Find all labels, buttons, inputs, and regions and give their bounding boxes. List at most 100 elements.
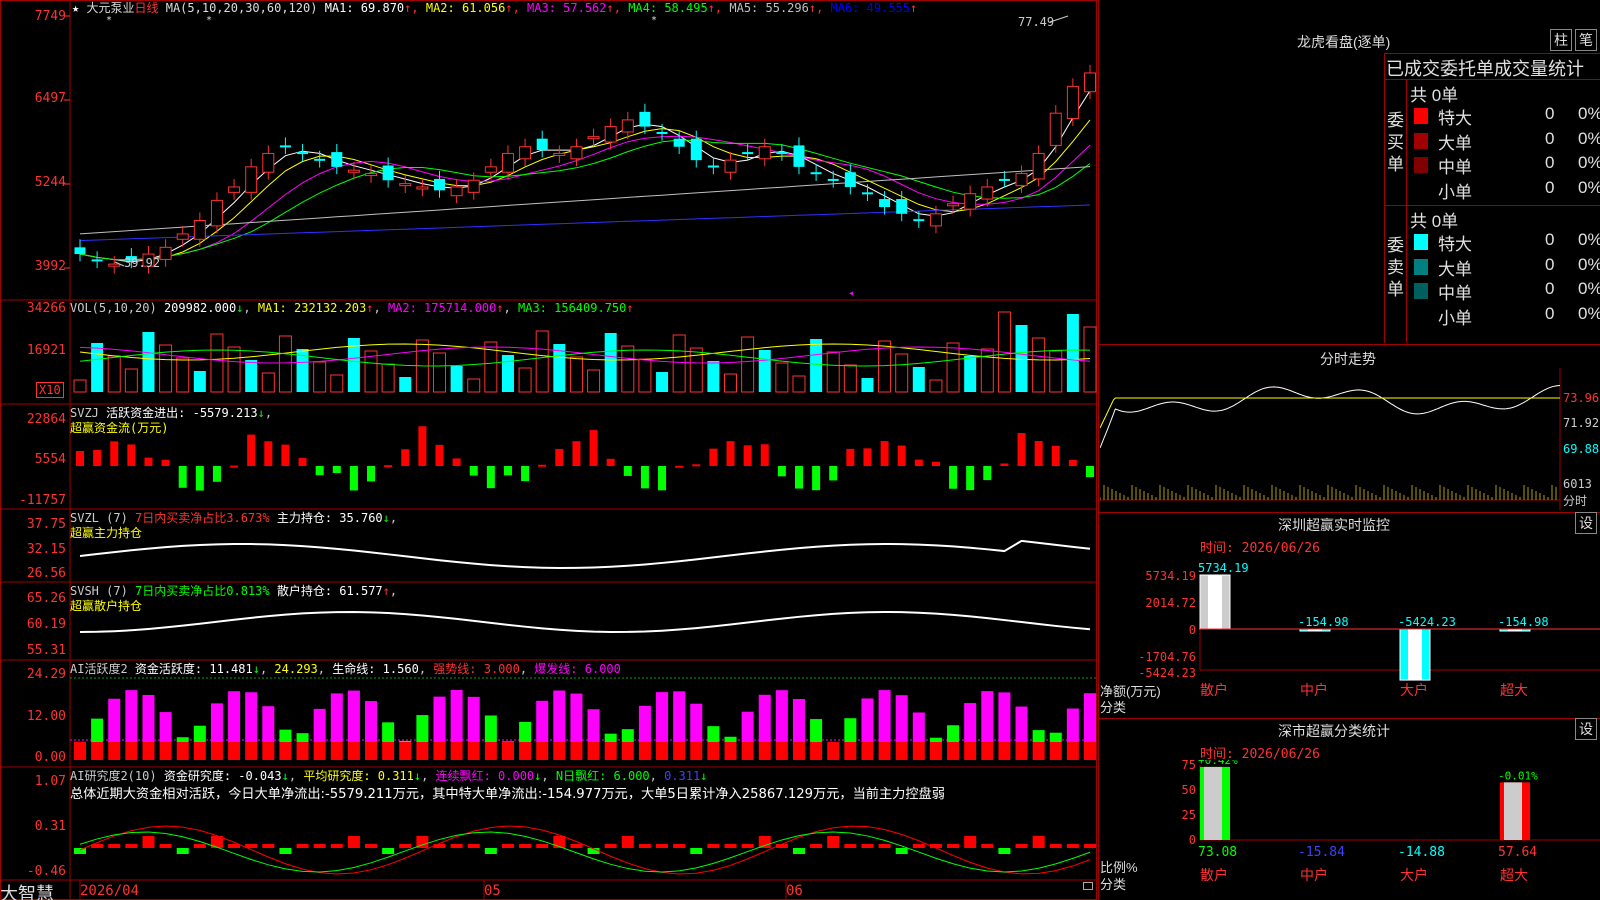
classify-ytick: 50 xyxy=(1182,783,1196,797)
candle-body xyxy=(998,178,1010,181)
vol-bar xyxy=(672,334,686,393)
candle-body xyxy=(793,145,805,167)
classify-settings-button[interactable]: 设 xyxy=(1575,718,1597,740)
down-arrow-icon: ↓ xyxy=(382,511,390,525)
flow-bar xyxy=(829,466,838,481)
activity-base xyxy=(399,742,412,760)
research-bar xyxy=(433,844,446,848)
candle-body xyxy=(1066,85,1079,120)
lock-icon[interactable] xyxy=(1083,882,1093,890)
down-arrow-icon: ↓ xyxy=(281,769,289,783)
activity-base xyxy=(125,742,138,760)
flow-bar xyxy=(435,444,444,466)
activity-base xyxy=(519,742,532,760)
candle-body xyxy=(228,186,241,193)
activity-base xyxy=(228,742,241,760)
lhb-row-pct: 0% xyxy=(1578,153,1600,172)
activity-bar xyxy=(741,711,754,742)
flow-bar xyxy=(418,426,427,466)
lhb-row-name: 大单 xyxy=(1438,133,1472,153)
flow-bar xyxy=(589,430,598,466)
research-bar xyxy=(467,844,480,848)
candle-body xyxy=(193,220,206,240)
activity-base xyxy=(690,742,703,760)
flow-bar xyxy=(384,465,393,468)
vol-bar xyxy=(210,333,224,393)
vol-bar xyxy=(518,367,532,393)
monitor-xlabel: 分类 xyxy=(1100,700,1127,715)
activity-base xyxy=(108,742,121,760)
lhb-row-count: 0 xyxy=(1545,254,1555,274)
lhb-row-count: 0 xyxy=(1545,104,1555,123)
sell-side-label: 委卖单 xyxy=(1387,236,1404,299)
candle-body xyxy=(690,138,702,161)
down-arrow-icon: ↓ xyxy=(236,301,244,315)
classify-ytick: 0 xyxy=(1189,833,1196,847)
lhb-title: 龙虎看盘(逐单) xyxy=(1297,34,1391,50)
activity-base xyxy=(467,742,480,760)
vol-bar xyxy=(535,330,549,393)
candle-body xyxy=(913,219,925,222)
activity-base xyxy=(330,742,343,760)
research-bar xyxy=(656,844,669,848)
candle-body xyxy=(1084,72,1096,93)
research-bar xyxy=(724,844,737,848)
flow-bar xyxy=(743,445,752,466)
price-line xyxy=(1100,385,1561,449)
svsh-ytick-1: 65.26 xyxy=(26,591,66,606)
research-bar xyxy=(981,844,994,848)
classify-xlabel: 分类 xyxy=(1100,877,1127,892)
candle-body xyxy=(176,233,189,240)
monitor-bar-hl xyxy=(1408,629,1422,681)
tick-view-button[interactable]: 笔 xyxy=(1575,29,1597,51)
flow-bar xyxy=(709,448,718,466)
research-bar xyxy=(998,848,1011,854)
activity-bar xyxy=(1066,708,1079,742)
classify-category: 超大 xyxy=(1500,868,1528,884)
vol-unit[interactable]: X10 xyxy=(36,382,64,398)
candle-body xyxy=(279,145,291,148)
legend-swatch xyxy=(1414,258,1428,275)
research-bar xyxy=(74,848,86,854)
vol-bar xyxy=(604,333,617,392)
classify-pct: +0.42% xyxy=(1198,760,1238,767)
ai1-ytick-2: 12.00 xyxy=(26,709,66,724)
column-view-button[interactable]: 柱 xyxy=(1550,29,1572,51)
intraday-chart[interactable] xyxy=(1100,368,1600,510)
vol-ma2: MA2: 175714.000 xyxy=(387,301,497,315)
ai2-avg: 平均研究度: 0.311 xyxy=(303,769,414,783)
vol-bar xyxy=(227,346,241,393)
main-hold-line xyxy=(79,539,1091,569)
vol-bar xyxy=(261,372,275,393)
monitor-settings-button[interactable]: 设 xyxy=(1575,512,1597,534)
activity-bar xyxy=(193,725,206,742)
flow-bar xyxy=(538,464,547,467)
activity-base xyxy=(947,742,960,760)
activity-base xyxy=(210,742,223,760)
research-bar xyxy=(1084,844,1096,848)
svzl-sub: 超赢主力持仓 xyxy=(70,526,143,540)
activity-bar xyxy=(501,741,514,742)
ai1-life: 生命线: 1.560 xyxy=(332,662,419,676)
main-ytick-3: 5244 xyxy=(34,175,66,190)
vol-bar xyxy=(758,350,771,392)
flow-bar xyxy=(161,459,170,466)
vol-bar xyxy=(381,363,395,393)
stock-name[interactable]: 大元泵业 xyxy=(86,1,134,15)
activity-bar xyxy=(91,718,104,742)
flow-bar xyxy=(777,466,786,477)
chart-canvas[interactable]: * * * ◂ xyxy=(0,0,1097,900)
avg-research-line xyxy=(79,831,1091,873)
flow-bar xyxy=(949,466,958,489)
flow-bar xyxy=(692,464,701,467)
svzl-header: SVZL (7) 7日内买卖净占比3.673% 主力持仓: 35.760↓, xyxy=(70,511,398,525)
classify-value: 57.64 xyxy=(1498,845,1537,860)
ai1-header: AI活跃度2 资金活跃度: 11.481↓, 24.293, 生命线: 1.56… xyxy=(70,662,621,676)
period-label[interactable]: 日线 xyxy=(134,1,158,15)
svzj-header: SVZJ 活跃资金进出: -5579.213↓, xyxy=(70,406,273,420)
activity-bar xyxy=(382,722,395,742)
frame xyxy=(0,0,1097,900)
classify-ytick: 25 xyxy=(1182,808,1196,822)
classify-category: 散户 xyxy=(1200,867,1228,884)
research-bar xyxy=(296,844,309,848)
